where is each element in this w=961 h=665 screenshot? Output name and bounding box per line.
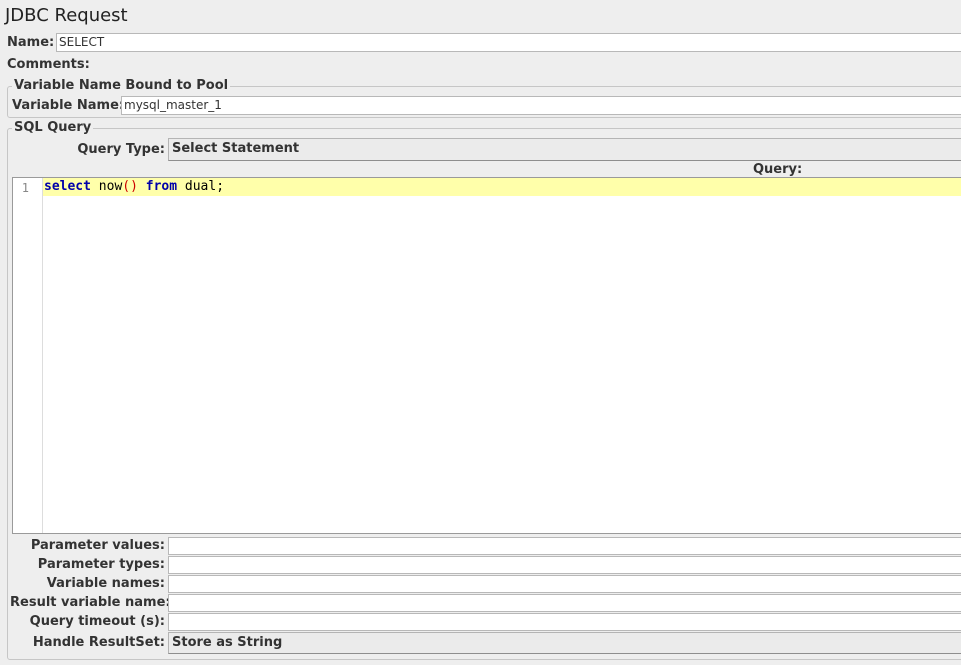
query-timeout-label: Query timeout (s): <box>29 614 165 629</box>
line-number: 1 <box>21 181 29 195</box>
handle-resultset-select[interactable]: Store as String <box>168 632 961 654</box>
query-type-select[interactable]: Select Statement <box>168 138 961 161</box>
pool-variable-input[interactable]: mysql_master_1 <box>121 96 961 115</box>
name-label: Name: <box>7 35 55 50</box>
query-timeout-input[interactable] <box>168 613 961 631</box>
result-variable-name-label: Result variable name: <box>10 595 171 610</box>
variable-names-label: Variable names: <box>46 576 165 591</box>
result-variable-name-input[interactable] <box>168 594 961 612</box>
name-input[interactable]: SELECT <box>56 33 961 52</box>
parameter-values-input[interactable] <box>168 537 961 555</box>
handle-resultset-label: Handle ResultSet: <box>32 635 165 650</box>
function-now: now <box>98 179 123 194</box>
comments-input[interactable] <box>90 55 961 73</box>
code-rest: dual; <box>177 179 225 194</box>
pool-legend: Variable Name Bound to Pool <box>12 78 231 93</box>
query-label: Query: <box>753 162 803 177</box>
pool-variable-label: Variable Name: <box>12 98 125 113</box>
comments-label: Comments: <box>7 57 90 72</box>
code-line: select now() from dual; <box>44 179 224 195</box>
keyword-select: select <box>44 179 91 194</box>
parameter-values-label: Parameter values: <box>30 538 165 553</box>
panel-title: JDBC Request <box>5 5 128 26</box>
keyword-from: from <box>145 179 178 194</box>
sql-query-legend: SQL Query <box>12 120 94 135</box>
function-parens: () <box>122 179 138 194</box>
variable-names-input[interactable] <box>168 575 961 593</box>
parameter-types-label: Parameter types: <box>37 557 165 572</box>
query-type-label: Query Type: <box>77 142 165 157</box>
editor-gutter: 1 <box>13 178 43 533</box>
sql-editor[interactable]: 1 select now() from dual; <box>12 177 961 534</box>
parameter-types-input[interactable] <box>168 556 961 574</box>
